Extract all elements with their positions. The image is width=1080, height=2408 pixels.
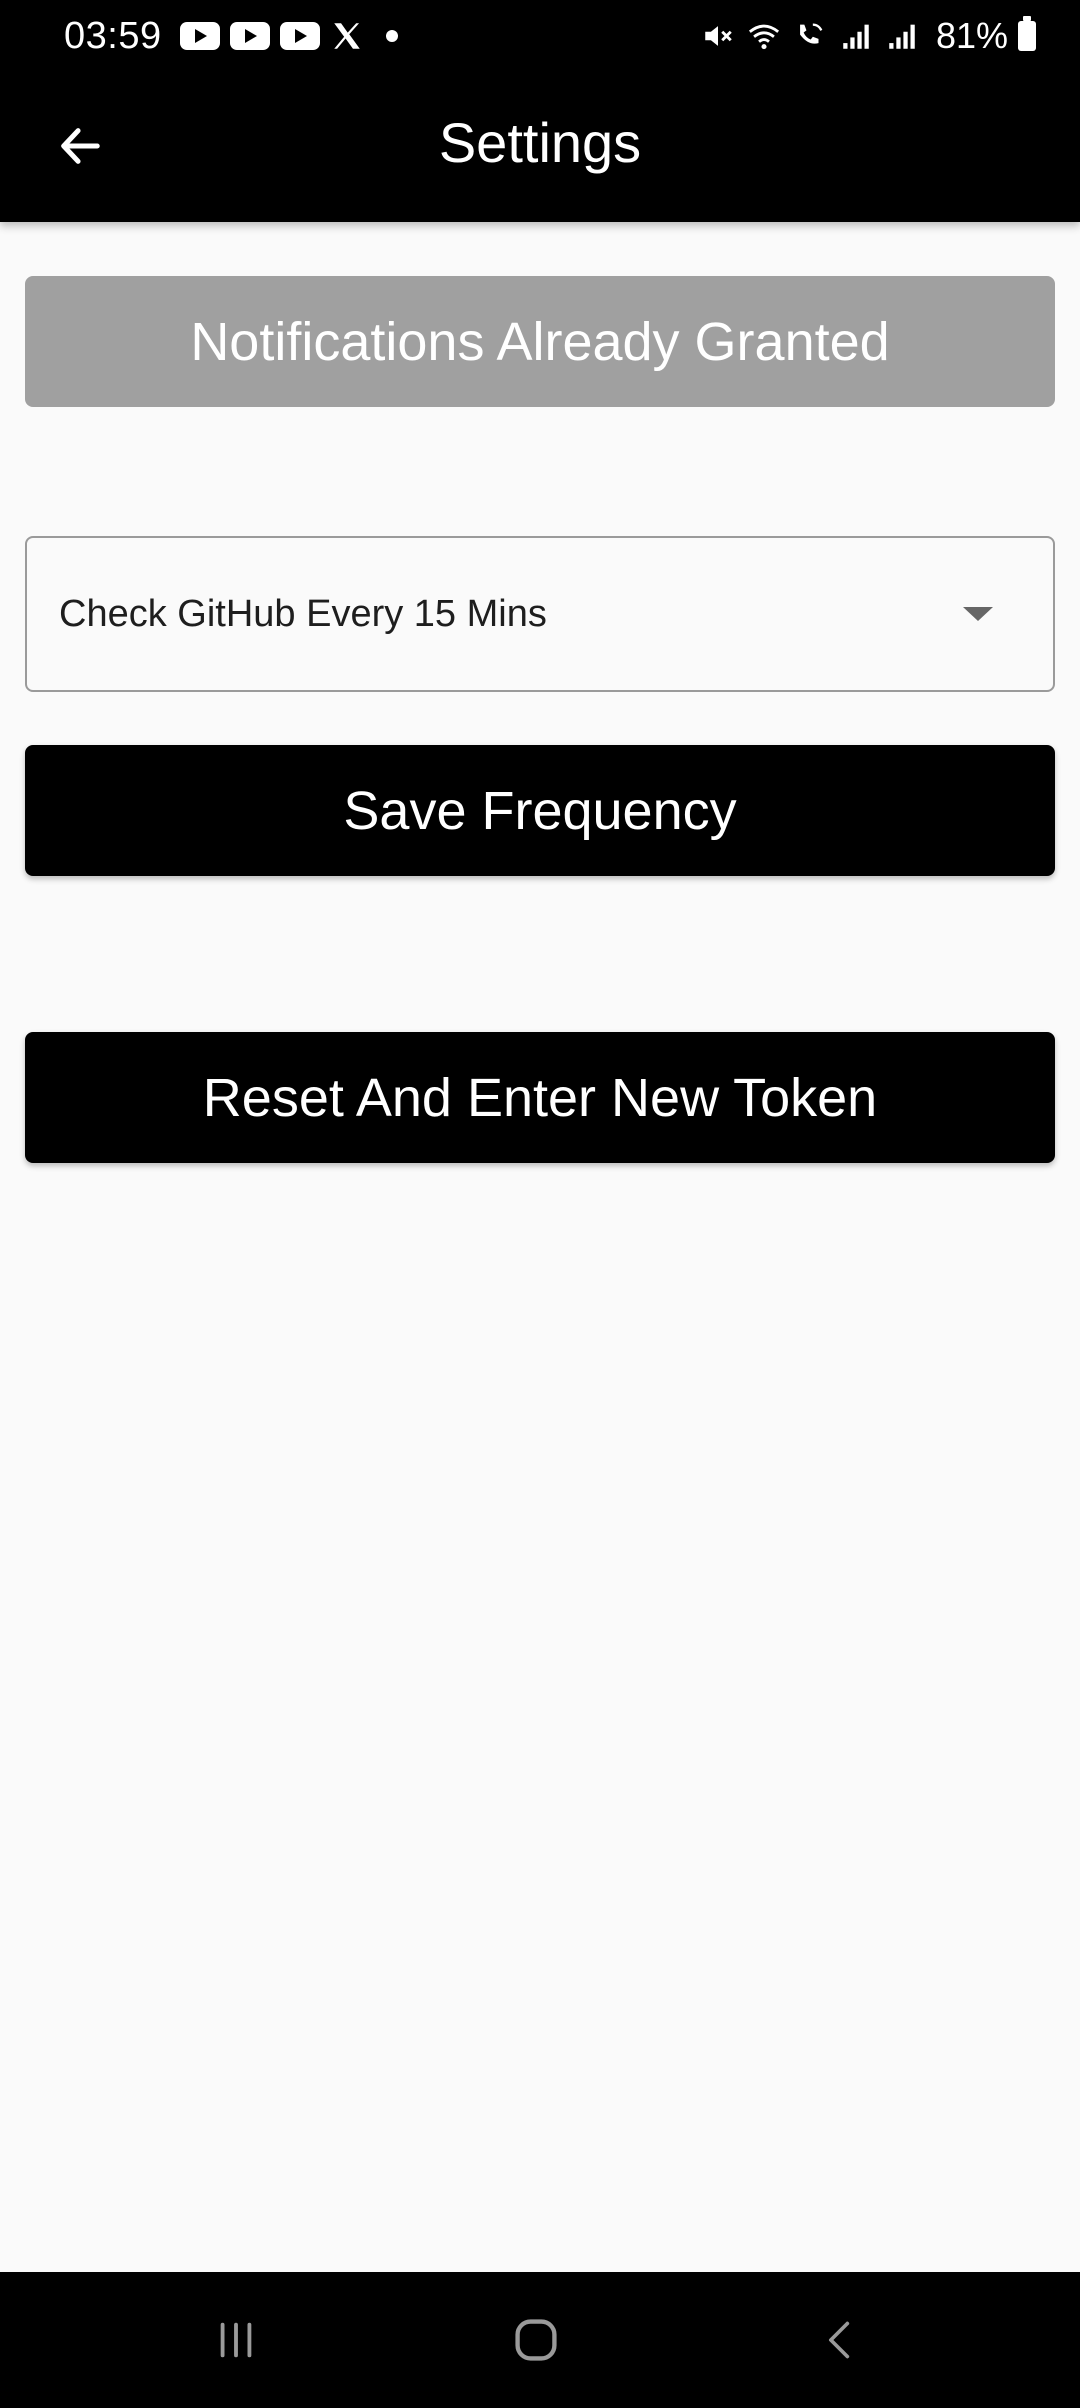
- navigation-bar: [0, 2272, 1080, 2408]
- status-bar: 03:59 81%: [0, 0, 1080, 72]
- save-frequency-label: Save Frequency: [343, 780, 737, 841]
- recent-apps-button[interactable]: [196, 2302, 276, 2378]
- x-icon: [333, 23, 360, 49]
- status-right: 81%: [700, 15, 1036, 57]
- mute-icon: [705, 26, 732, 46]
- reset-token-button[interactable]: Reset And Enter New Token: [25, 1032, 1055, 1163]
- battery-percent: 81%: [935, 15, 1008, 56]
- youtube-icon: [279, 22, 320, 50]
- app-bar: Settings: [0, 72, 1080, 222]
- reset-token-label: Reset And Enter New Token: [202, 1067, 878, 1128]
- frequency-dropdown[interactable]: Check GitHub Every 15 Mins: [25, 536, 1055, 692]
- notifications-granted-button[interactable]: Notifications Already Granted: [25, 276, 1055, 407]
- page-title: Settings: [438, 111, 642, 174]
- notifications-granted-label: Notifications Already Granted: [190, 311, 890, 372]
- nav-back-button[interactable]: [800, 2302, 880, 2378]
- signal-icon: [843, 24, 869, 49]
- save-frequency-button[interactable]: Save Frequency: [25, 745, 1055, 876]
- status-left: 03:59: [64, 15, 398, 58]
- status-time: 03:59: [64, 14, 162, 57]
- recent-apps-icon: [220, 2322, 252, 2358]
- wifi-icon: [748, 24, 779, 50]
- youtube-icon: [179, 22, 220, 50]
- frequency-dropdown-value: Check GitHub Every 15 Mins: [59, 592, 547, 635]
- dot-icon: [385, 30, 398, 42]
- back-icon: [829, 2321, 850, 2359]
- signal-icon: [889, 24, 915, 49]
- home-icon: [515, 2319, 557, 2361]
- youtube-icon: [229, 22, 270, 50]
- settings-screen: 03:59 81% Settings Notifications Already…: [0, 0, 1080, 2408]
- home-button[interactable]: [496, 2302, 576, 2378]
- battery-icon: [1018, 16, 1036, 51]
- caret-down-icon: [963, 607, 993, 621]
- wifi-calling-icon: [800, 23, 823, 44]
